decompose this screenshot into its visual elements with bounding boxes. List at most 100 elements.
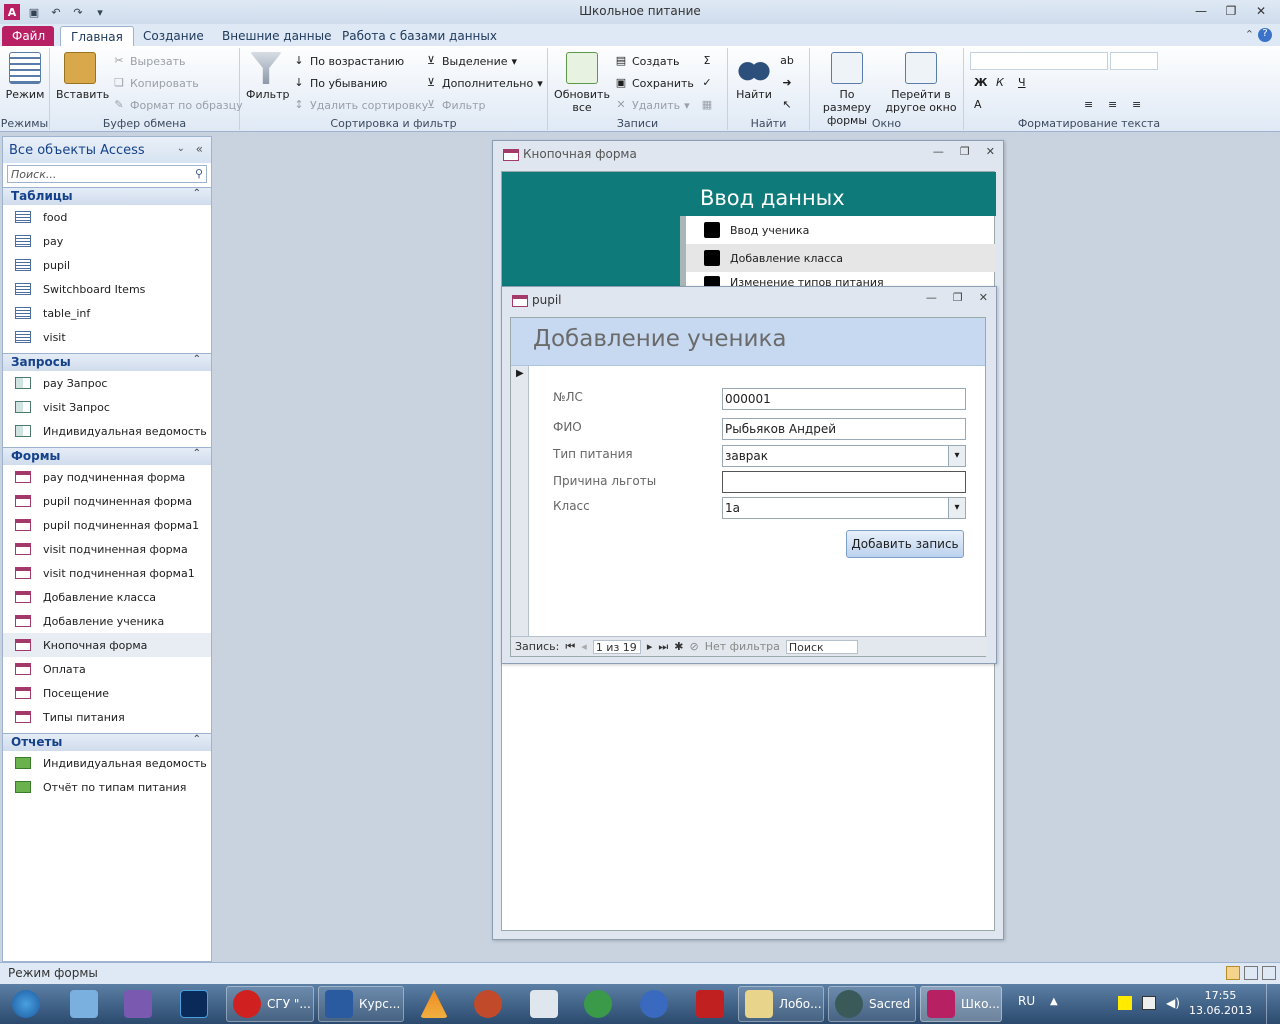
taskbar-app[interactable] xyxy=(690,986,724,1022)
nav-item[interactable]: visit xyxy=(3,325,211,349)
taskbar-app[interactable]: Шко... xyxy=(920,986,1002,1022)
font-color-icon[interactable]: A xyxy=(974,98,982,111)
section-queries[interactable]: Запросы ⌃ xyxy=(3,353,211,371)
close-icon[interactable]: ✕ xyxy=(986,145,995,158)
nav-item[interactable]: Добавление класса xyxy=(3,585,211,609)
switchboard-titlebar[interactable]: Кнопочная форма — ❐ ✕ xyxy=(493,141,1003,169)
layout-view-icon[interactable] xyxy=(1244,966,1258,980)
filter-off-icon[interactable]: ⊘ xyxy=(689,640,698,653)
nav-item[interactable]: pupil подчиненная форма1 xyxy=(3,513,211,537)
taskbar-app[interactable] xyxy=(524,986,558,1022)
restore-icon[interactable]: ❐ xyxy=(960,145,970,158)
show-hidden-icons-icon[interactable]: ▲ xyxy=(1050,996,1058,1007)
section-reports[interactable]: Отчеты ⌃ xyxy=(3,733,211,751)
align-right-icon[interactable]: ≡ xyxy=(1132,98,1141,111)
close-icon[interactable]: ✕ xyxy=(979,291,988,304)
align-left-icon[interactable]: ≡ xyxy=(1084,98,1093,111)
pupil-titlebar[interactable]: pupil — ❐ ✕ xyxy=(502,287,996,315)
tab-file[interactable]: Файл xyxy=(2,26,54,46)
font-name-combo[interactable] xyxy=(970,52,1108,70)
fio-field[interactable]: Рыбьяков Андрей xyxy=(722,418,966,440)
prev-record-icon[interactable]: ◂ xyxy=(581,640,587,653)
underline-icon[interactable]: Ч xyxy=(1018,76,1026,89)
taskbar-app[interactable]: Курс... xyxy=(318,986,404,1022)
nav-item[interactable]: visit подчиненная форма xyxy=(3,537,211,561)
new-record-button[interactable]: ▤ Создать xyxy=(614,54,680,68)
design-view-icon[interactable] xyxy=(1262,966,1276,980)
cut-button[interactable]: ✂ Вырезать xyxy=(112,54,185,68)
nav-item[interactable]: pupil подчиненная форма xyxy=(3,489,211,513)
new-record-icon[interactable]: ✱ xyxy=(674,640,683,653)
nav-search-input[interactable]: Поиск... ⚲ xyxy=(7,165,207,183)
switchboard-item[interactable]: Добавление класса xyxy=(686,244,996,272)
nav-item[interactable]: Кнопочная форма xyxy=(3,633,211,657)
start-button[interactable] xyxy=(6,986,40,1022)
goto-button[interactable]: ➜ xyxy=(780,76,794,90)
tab-external-data[interactable]: Внешние данные xyxy=(212,26,341,46)
tab-database-tools[interactable]: Работа с базами данных xyxy=(332,26,507,46)
chevron-down-icon[interactable]: ⌄ xyxy=(177,143,185,154)
paste-button[interactable]: Вставить xyxy=(56,52,109,101)
sort-asc-button[interactable]: ↓ По возрастанию xyxy=(292,54,404,68)
italic-icon[interactable]: К xyxy=(996,76,1004,89)
nav-item[interactable]: Добавление ученика xyxy=(3,609,211,633)
totals-button[interactable]: Σ xyxy=(700,54,714,68)
toggle-filter-button[interactable]: ⊻ Фильтр xyxy=(424,98,486,112)
replace-button[interactable]: ab xyxy=(780,54,794,68)
restore-icon[interactable]: ❐ xyxy=(953,291,963,304)
section-tables[interactable]: Таблицы ⌃ xyxy=(3,187,211,205)
nav-item[interactable]: pupil xyxy=(3,253,211,277)
taskbar-app[interactable] xyxy=(634,986,668,1022)
add-record-button[interactable]: Добавить запись xyxy=(846,530,964,558)
more-button[interactable]: ▦ xyxy=(700,98,714,112)
form-view-icon[interactable] xyxy=(1226,966,1240,980)
nav-item[interactable]: Оплата xyxy=(3,657,211,681)
font-size-combo[interactable] xyxy=(1110,52,1158,70)
minimize-icon[interactable]: — xyxy=(933,145,944,158)
taskbar-app[interactable] xyxy=(578,986,612,1022)
align-center-icon[interactable]: ≡ xyxy=(1108,98,1117,111)
selection-button[interactable]: ⊻ Выделение ▾ xyxy=(424,54,517,68)
nav-item[interactable]: Индивидуальная ведомость xyxy=(3,419,211,443)
first-record-icon[interactable]: ⏮ xyxy=(565,640,575,654)
language-indicator[interactable]: RU xyxy=(1018,994,1035,1008)
tab-home[interactable]: Главная xyxy=(60,26,134,46)
fit-form-button[interactable]: По размеру формы xyxy=(814,52,880,127)
network-icon[interactable] xyxy=(1142,996,1156,1010)
taskbar-app[interactable]: СГУ "... xyxy=(226,986,314,1022)
remove-sort-button[interactable]: ↕ Удалить сортировку xyxy=(292,98,428,112)
clock[interactable]: 17:55 13.06.2013 xyxy=(1189,988,1252,1018)
nav-item[interactable]: Посещение xyxy=(3,681,211,705)
taskbar-app[interactable]: Sacred xyxy=(828,986,916,1022)
record-search-field[interactable]: Поиск xyxy=(785,639,858,654)
mode-button[interactable]: Режим xyxy=(4,52,46,101)
minimize-icon[interactable]: — xyxy=(926,291,937,304)
switch-window-button[interactable]: Перейти в другое окно xyxy=(882,52,960,114)
nav-item[interactable]: food xyxy=(3,205,211,229)
volume-icon[interactable]: ◀) xyxy=(1166,996,1180,1010)
nav-item[interactable]: Отчёт по типам питания xyxy=(3,775,211,799)
food-type-combo[interactable]: заврак xyxy=(722,445,966,467)
restore-icon[interactable]: ❐ xyxy=(1216,2,1246,20)
reason-field[interactable] xyxy=(722,471,966,493)
nav-item[interactable]: Индивидуальная ведомость xyxy=(3,751,211,775)
last-record-icon[interactable]: ⏭ xyxy=(658,640,668,654)
copy-button[interactable]: ❏ Копировать xyxy=(112,76,199,90)
minimize-icon[interactable]: — xyxy=(1186,2,1216,20)
refresh-all-button[interactable]: Обновить все xyxy=(552,52,612,114)
sort-desc-button[interactable]: ↓ По убыванию xyxy=(292,76,387,90)
class-combo[interactable]: 1а xyxy=(722,497,966,519)
filter-button[interactable]: Фильтр xyxy=(246,52,290,101)
tab-create[interactable]: Создание xyxy=(133,26,214,46)
delete-record-button[interactable]: ✕ Удалить ▾ xyxy=(614,98,689,112)
taskbar-app[interactable] xyxy=(414,986,448,1022)
nav-item[interactable]: visit подчиненная форма1 xyxy=(3,561,211,585)
nav-item[interactable]: pay xyxy=(3,229,211,253)
taskbar-app[interactable] xyxy=(118,986,152,1022)
record-position-field[interactable]: 1 из 19 xyxy=(592,639,641,654)
nav-item[interactable]: visit Запрос xyxy=(3,395,211,419)
close-icon[interactable]: ✕ xyxy=(1246,2,1276,20)
taskbar-app[interactable] xyxy=(174,986,208,1022)
bold-icon[interactable]: Ж xyxy=(974,76,987,89)
taskbar-app[interactable] xyxy=(468,986,502,1022)
